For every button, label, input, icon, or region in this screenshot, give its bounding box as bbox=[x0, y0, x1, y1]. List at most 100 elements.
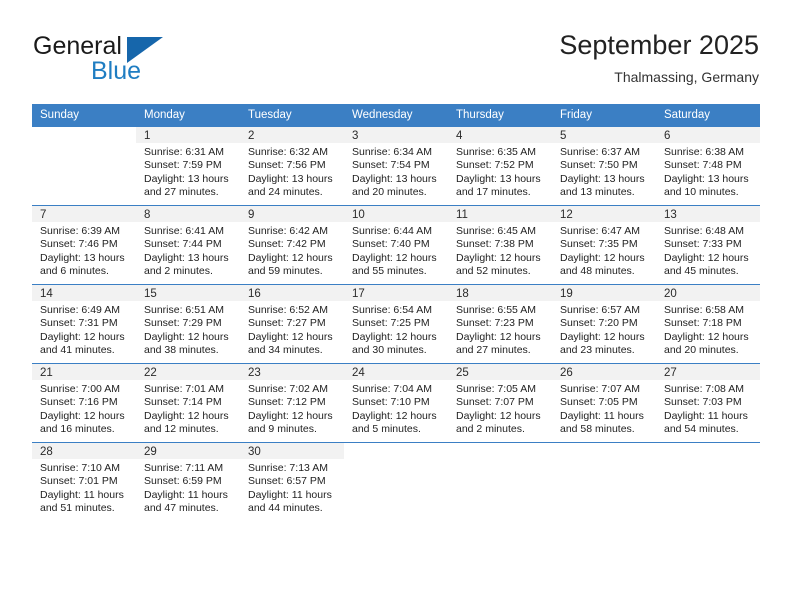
calendar-day-cell[interactable]: 26 Sunrise: 7:07 AM Sunset: 7:05 PM Dayligh… bbox=[552, 364, 656, 442]
calendar-day-cell[interactable]: 22 Sunrise: 7:01 AM Sunset: 7:14 PM Dayligh… bbox=[136, 364, 240, 442]
daylight-text-line1: Daylight: 12 hours bbox=[40, 409, 125, 422]
sunset-text: Sunset: 7:20 PM bbox=[560, 317, 638, 330]
calendar-day-cell[interactable]: 19 Sunrise: 6:57 AM Sunset: 7:20 PM Dayligh… bbox=[552, 285, 656, 363]
calendar-day-cell-empty bbox=[552, 443, 656, 521]
calendar-day-cell[interactable]: 16 Sunrise: 6:52 AM Sunset: 7:27 PM Dayligh… bbox=[240, 285, 344, 363]
calendar-day-cell[interactable]: 13 Sunrise: 6:48 AM Sunset: 7:33 PM Dayligh… bbox=[656, 206, 760, 284]
page-title: September 2025 bbox=[559, 30, 759, 60]
calendar-day-cell[interactable]: 17 Sunrise: 6:54 AM Sunset: 7:25 PM Dayligh… bbox=[344, 285, 448, 363]
calendar-day-cell[interactable]: 10 Sunrise: 6:44 AM Sunset: 7:40 PM Dayligh… bbox=[344, 206, 448, 284]
daylight-text-line1: Daylight: 13 hours bbox=[248, 172, 333, 185]
calendar-day-cell[interactable]: 8 Sunrise: 6:41 AM Sunset: 7:44 PM Daylight… bbox=[136, 206, 240, 284]
day-details: Sunrise: 6:58 AM Sunset: 7:18 PM Daylight:… bbox=[656, 301, 760, 358]
calendar-week-row: 7 Sunrise: 6:39 AM Sunset: 7:46 PM Daylight… bbox=[32, 205, 760, 285]
day-number bbox=[344, 443, 448, 459]
sunset-text: Sunset: 7:01 PM bbox=[40, 475, 118, 488]
day-number: 17 bbox=[344, 285, 448, 301]
sunrise-text: Sunrise: 6:57 AM bbox=[560, 304, 640, 316]
calendar-day-cell[interactable]: 9 Sunrise: 6:42 AM Sunset: 7:42 PM Daylight… bbox=[240, 206, 344, 284]
day-number: 10 bbox=[344, 206, 448, 222]
calendar-day-cell[interactable]: 27 Sunrise: 7:08 AM Sunset: 7:03 PM Dayligh… bbox=[656, 364, 760, 442]
sunrise-text: Sunrise: 7:00 AM bbox=[40, 383, 120, 395]
sunset-text: Sunset: 7:12 PM bbox=[248, 396, 326, 409]
sunset-text: Sunset: 7:33 PM bbox=[664, 238, 742, 251]
daylight-text-line2: and 6 minutes. bbox=[40, 265, 109, 278]
sunrise-text: Sunrise: 6:49 AM bbox=[40, 304, 120, 316]
calendar-day-cell[interactable]: 23 Sunrise: 7:02 AM Sunset: 7:12 PM Dayligh… bbox=[240, 364, 344, 442]
daylight-text-line2: and 44 minutes. bbox=[248, 502, 323, 515]
day-number: 15 bbox=[136, 285, 240, 301]
calendar-day-cell[interactable]: 3 Sunrise: 6:34 AM Sunset: 7:54 PM Daylight… bbox=[344, 127, 448, 205]
day-number: 8 bbox=[136, 206, 240, 222]
calendar-day-cell[interactable]: 1 Sunrise: 6:31 AM Sunset: 7:59 PM Daylight… bbox=[136, 127, 240, 205]
day-details: Sunrise: 6:44 AM Sunset: 7:40 PM Daylight:… bbox=[344, 222, 448, 279]
calendar-day-cell[interactable]: 5 Sunrise: 6:37 AM Sunset: 7:50 PM Daylight… bbox=[552, 127, 656, 205]
day-number: 28 bbox=[32, 443, 136, 459]
day-number bbox=[448, 443, 552, 459]
daylight-text-line1: Daylight: 12 hours bbox=[352, 330, 437, 343]
calendar-day-cell[interactable]: 12 Sunrise: 6:47 AM Sunset: 7:35 PM Dayligh… bbox=[552, 206, 656, 284]
calendar-day-cell[interactable]: 2 Sunrise: 6:32 AM Sunset: 7:56 PM Daylight… bbox=[240, 127, 344, 205]
calendar-day-cell[interactable]: 11 Sunrise: 6:45 AM Sunset: 7:38 PM Dayligh… bbox=[448, 206, 552, 284]
calendar-day-cell[interactable]: 25 Sunrise: 7:05 AM Sunset: 7:07 PM Dayligh… bbox=[448, 364, 552, 442]
weekday-header-sunday: Sunday bbox=[32, 104, 136, 127]
calendar-day-cell[interactable]: 4 Sunrise: 6:35 AM Sunset: 7:52 PM Daylight… bbox=[448, 127, 552, 205]
daylight-text-line1: Daylight: 12 hours bbox=[456, 251, 541, 264]
sunrise-text: Sunrise: 6:39 AM bbox=[40, 225, 120, 237]
daylight-text-line1: Daylight: 12 hours bbox=[664, 251, 749, 264]
sunset-text: Sunset: 7:31 PM bbox=[40, 317, 118, 330]
calendar-day-cell[interactable]: 18 Sunrise: 6:55 AM Sunset: 7:23 PM Dayligh… bbox=[448, 285, 552, 363]
sunrise-text: Sunrise: 7:01 AM bbox=[144, 383, 224, 395]
sunset-text: Sunset: 7:46 PM bbox=[40, 238, 118, 251]
daylight-text-line2: and 58 minutes. bbox=[560, 423, 635, 436]
calendar-week-row: 21 Sunrise: 7:00 AM Sunset: 7:16 PM Dayligh… bbox=[32, 363, 760, 443]
sunset-text: Sunset: 7:52 PM bbox=[456, 159, 534, 172]
day-number: 26 bbox=[552, 364, 656, 380]
daylight-text-line1: Daylight: 11 hours bbox=[40, 488, 124, 501]
sunrise-text: Sunrise: 6:45 AM bbox=[456, 225, 536, 237]
calendar-day-cell[interactable]: 24 Sunrise: 7:04 AM Sunset: 7:10 PM Dayligh… bbox=[344, 364, 448, 442]
calendar-day-cell[interactable]: 29 Sunrise: 7:11 AM Sunset: 6:59 PM Dayligh… bbox=[136, 443, 240, 521]
daylight-text-line1: Daylight: 11 hours bbox=[144, 488, 228, 501]
day-details: Sunrise: 6:47 AM Sunset: 7:35 PM Daylight:… bbox=[552, 222, 656, 279]
sunset-text: Sunset: 7:14 PM bbox=[144, 396, 222, 409]
generalblue-logo[interactable]: General Blue bbox=[33, 32, 243, 94]
daylight-text-line1: Daylight: 13 hours bbox=[40, 251, 125, 264]
day-number: 4 bbox=[448, 127, 552, 143]
daylight-text-line1: Daylight: 12 hours bbox=[560, 330, 645, 343]
day-details: Sunrise: 7:08 AM Sunset: 7:03 PM Daylight:… bbox=[656, 380, 760, 437]
daylight-text-line2: and 20 minutes. bbox=[664, 344, 739, 357]
calendar-header-row: Sunday Monday Tuesday Wednesday Thursday Frid… bbox=[32, 104, 760, 127]
sunrise-text: Sunrise: 6:55 AM bbox=[456, 304, 536, 316]
month-calendar: Sunday Monday Tuesday Wednesday Thursday Frid… bbox=[32, 104, 760, 521]
calendar-day-cell[interactable]: 20 Sunrise: 6:58 AM Sunset: 7:18 PM Dayligh… bbox=[656, 285, 760, 363]
logo-text-blue: Blue bbox=[91, 57, 142, 85]
day-number: 22 bbox=[136, 364, 240, 380]
day-number: 2 bbox=[240, 127, 344, 143]
calendar-day-cell[interactable]: 7 Sunrise: 6:39 AM Sunset: 7:46 PM Daylight… bbox=[32, 206, 136, 284]
day-number: 3 bbox=[344, 127, 448, 143]
calendar-day-cell[interactable]: 14 Sunrise: 6:49 AM Sunset: 7:31 PM Dayligh… bbox=[32, 285, 136, 363]
day-number: 30 bbox=[240, 443, 344, 459]
calendar-day-cell[interactable]: 6 Sunrise: 6:38 AM Sunset: 7:48 PM Daylight… bbox=[656, 127, 760, 205]
daylight-text-line1: Daylight: 12 hours bbox=[248, 330, 333, 343]
daylight-text-line1: Daylight: 12 hours bbox=[456, 330, 541, 343]
daylight-text-line2: and 20 minutes. bbox=[352, 186, 427, 199]
calendar-day-cell[interactable]: 15 Sunrise: 6:51 AM Sunset: 7:29 PM Dayligh… bbox=[136, 285, 240, 363]
daylight-text-line2: and 9 minutes. bbox=[248, 423, 317, 436]
calendar-day-cell[interactable]: 30 Sunrise: 7:13 AM Sunset: 6:57 PM Dayligh… bbox=[240, 443, 344, 521]
day-details: Sunrise: 6:54 AM Sunset: 7:25 PM Daylight:… bbox=[344, 301, 448, 358]
sunrise-text: Sunrise: 6:31 AM bbox=[144, 146, 224, 158]
calendar-day-cell[interactable]: 21 Sunrise: 7:00 AM Sunset: 7:16 PM Dayligh… bbox=[32, 364, 136, 442]
calendar-week-row: 14 Sunrise: 6:49 AM Sunset: 7:31 PM Dayligh… bbox=[32, 284, 760, 364]
calendar-day-cell[interactable]: 28 Sunrise: 7:10 AM Sunset: 7:01 PM Dayligh… bbox=[32, 443, 136, 521]
daylight-text-line2: and 10 minutes. bbox=[664, 186, 739, 199]
sunrise-text: Sunrise: 6:48 AM bbox=[664, 225, 744, 237]
day-details: Sunrise: 7:07 AM Sunset: 7:05 PM Daylight:… bbox=[552, 380, 656, 437]
calendar-day-cell-empty bbox=[344, 443, 448, 521]
daylight-text-line2: and 51 minutes. bbox=[40, 502, 115, 515]
title-block: September 2025 Thalmassing, Germany bbox=[559, 28, 759, 87]
day-details: Sunrise: 7:00 AM Sunset: 7:16 PM Daylight:… bbox=[32, 380, 136, 437]
sunset-text: Sunset: 7:59 PM bbox=[144, 159, 222, 172]
daylight-text-line2: and 47 minutes. bbox=[144, 502, 219, 515]
